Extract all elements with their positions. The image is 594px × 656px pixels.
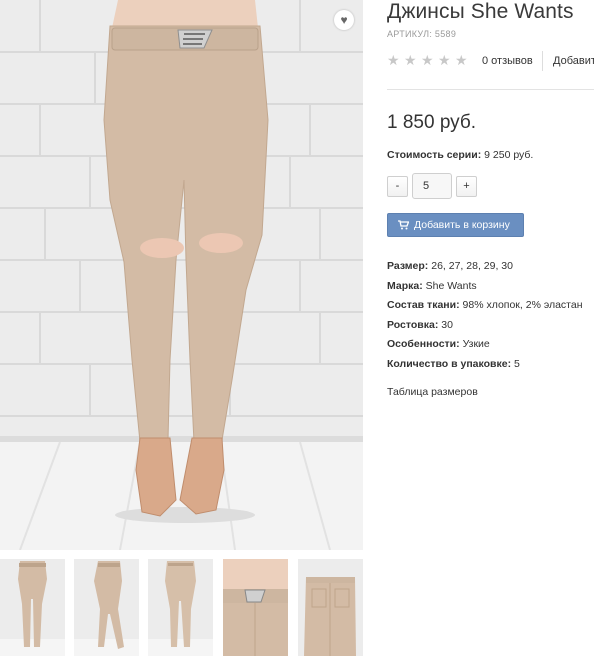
- property-value: Узкие: [462, 338, 490, 351]
- property-label: Размер:: [387, 260, 429, 272]
- property-label: Количество в упаковке:: [387, 357, 512, 370]
- property-row: Состав ткани: 98% хлопок, 2% эластан: [387, 298, 594, 318]
- star-icon[interactable]: ★: [455, 53, 468, 67]
- add-to-cart-label: Добавить в корзину: [414, 219, 510, 231]
- property-value: 5: [514, 357, 520, 370]
- property-row: Количество в упаковке: 5: [387, 357, 594, 377]
- product-sku: АРТИКУЛ: 5589: [387, 29, 457, 39]
- product-properties: Размер: 26, 27, 28, 29, 30 Марка: She Wa…: [387, 259, 594, 377]
- add-review-link[interactable]: Добавит: [553, 55, 594, 67]
- property-label: Марка:: [387, 279, 423, 292]
- property-label: Ростовка:: [387, 318, 439, 331]
- property-label: Состав ткани:: [387, 299, 460, 312]
- add-to-cart-button[interactable]: Добавить в корзину: [387, 213, 524, 237]
- thumbnail-1[interactable]: [0, 559, 65, 656]
- property-value: 98% хлопок, 2% эластан: [462, 299, 583, 312]
- divider: [542, 51, 543, 71]
- product-price: 1 850 руб.: [387, 112, 477, 133]
- property-row: Марка: She Wants: [387, 279, 594, 299]
- property-value: 26, 27, 28, 29, 30: [431, 260, 513, 272]
- quantity-increase-button[interactable]: +: [456, 176, 477, 197]
- thumbnail-4[interactable]: [223, 559, 288, 656]
- star-icon[interactable]: ★: [404, 53, 417, 67]
- series-price: Стоимость серии: 9 250 руб.: [387, 149, 533, 161]
- star-icon[interactable]: ★: [421, 53, 434, 67]
- series-price-value: 9 250 руб.: [484, 149, 534, 161]
- favorite-heart-icon[interactable]: ♥: [334, 10, 354, 30]
- thumbnail-strip: [0, 559, 363, 656]
- shopping-cart-icon: [398, 220, 409, 230]
- size-table-link[interactable]: Таблица размеров: [387, 386, 478, 398]
- star-icon[interactable]: ★: [387, 53, 400, 67]
- quantity-input[interactable]: [412, 173, 452, 199]
- property-row: Размер: 26, 27, 28, 29, 30: [387, 259, 594, 279]
- property-value: She Wants: [425, 279, 477, 292]
- divider: [387, 89, 594, 90]
- series-price-label: Стоимость серии:: [387, 149, 482, 161]
- property-row: Особенности: Узкие: [387, 337, 594, 357]
- star-icon[interactable]: ★: [438, 53, 451, 67]
- property-row: Ростовка: 30: [387, 318, 594, 338]
- reviews-count[interactable]: 0 отзывов: [482, 55, 533, 67]
- property-label: Особенности:: [387, 338, 460, 351]
- property-value: 30: [441, 318, 453, 331]
- product-title: Джинсы She Wants: [387, 0, 574, 23]
- product-main-photo[interactable]: ♥: [0, 0, 363, 550]
- thumbnail-2[interactable]: [74, 559, 139, 656]
- thumbnail-5[interactable]: [298, 559, 363, 656]
- thumbnail-3[interactable]: [148, 559, 213, 656]
- quantity-decrease-button[interactable]: -: [387, 176, 408, 197]
